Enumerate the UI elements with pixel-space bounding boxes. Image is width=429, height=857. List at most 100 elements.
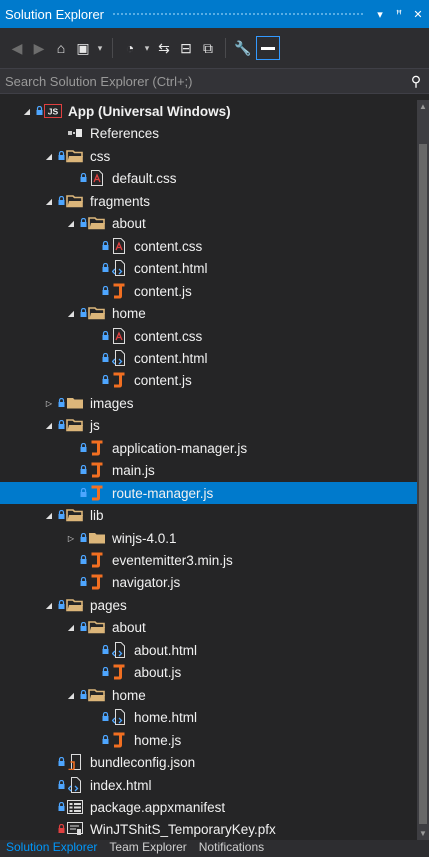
tree-item-label: navigator.js <box>112 574 181 590</box>
expanded-triangle-icon[interactable]: ◢ <box>42 511 56 520</box>
search-input[interactable] <box>5 73 403 89</box>
tree-item[interactable]: ▷ images <box>0 392 418 414</box>
title-bar: Solution Explorer ▾ ꟸ ✕ <box>0 0 429 28</box>
tree-item[interactable]: about.js <box>0 661 418 683</box>
expanded-triangle-icon[interactable]: ◢ <box>64 691 78 700</box>
scroll-down-icon[interactable]: ▼ <box>419 829 427 838</box>
source-control-lock-icon <box>100 262 110 274</box>
switch-views-icon[interactable]: ▣ <box>74 40 92 57</box>
tree-item[interactable]: ◢ JS App (Universal Windows) <box>0 100 418 122</box>
expanded-triangle-icon[interactable]: ◢ <box>64 623 78 632</box>
search-icon[interactable]: ⚲ <box>403 73 429 90</box>
tree-item[interactable]: home.js <box>0 729 418 751</box>
tree-item-label: main.js <box>112 462 155 478</box>
tree-item[interactable]: ◢ fragments <box>0 190 418 212</box>
tree-item[interactable]: ◢ about <box>0 616 418 638</box>
title-bar-grip[interactable] <box>112 11 364 17</box>
expanded-triangle-icon[interactable]: ◢ <box>42 601 56 610</box>
source-control-lock-icon <box>78 689 88 701</box>
forward-icon[interactable]: ▶ <box>30 40 48 57</box>
close-icon[interactable]: ✕ <box>410 8 426 21</box>
tree-item[interactable]: ◢ pages <box>0 594 418 616</box>
pending-changes-icon[interactable]: ◔ <box>121 40 139 56</box>
source-control-lock-icon <box>78 576 88 588</box>
tree-item[interactable]: default.css <box>0 167 418 189</box>
tree-item[interactable]: eventemitter3.min.js <box>0 549 418 571</box>
show-all-files-icon[interactable]: ⧉ <box>199 40 217 57</box>
tree-item[interactable]: content.html <box>0 257 418 279</box>
source-control-lock-icon <box>100 374 110 386</box>
collapsed-triangle-icon[interactable]: ▷ <box>64 534 78 543</box>
tree-item[interactable]: route-manager.js <box>0 482 418 504</box>
tab-notifications[interactable]: Notifications <box>193 840 270 854</box>
tree-item-label: App (Universal Windows) <box>68 103 231 119</box>
tree-item[interactable]: ▷ winjs-4.0.1 <box>0 527 418 549</box>
scroll-up-icon[interactable]: ▲ <box>419 102 427 111</box>
source-control-lock-icon <box>100 352 110 364</box>
source-control-lock-icon <box>100 285 110 297</box>
tree-item[interactable]: bundleconfig.json <box>0 751 418 773</box>
tree-item-label: application-manager.js <box>112 440 248 456</box>
tree-item[interactable]: ◢ home <box>0 684 418 706</box>
tree-item[interactable]: application-manager.js <box>0 437 418 459</box>
css-file-icon <box>110 328 128 344</box>
tree-item[interactable]: References <box>0 122 418 144</box>
tab-solution-explorer[interactable]: Solution Explorer <box>0 840 103 854</box>
tree-item-label: lib <box>90 507 104 523</box>
source-control-lock-icon <box>78 487 88 499</box>
preview-selected-icon[interactable] <box>256 36 280 60</box>
pending-changes-dropdown-icon[interactable]: ▾ <box>143 43 151 54</box>
tree-item[interactable]: navigator.js <box>0 571 418 593</box>
tree-item[interactable]: content.js <box>0 369 418 391</box>
tree-item[interactable]: main.js <box>0 459 418 481</box>
tree-item-label: images <box>90 395 134 411</box>
tree-item[interactable]: ◢ about <box>0 212 418 234</box>
tree-item[interactable]: ◢ home <box>0 302 418 324</box>
tree-item-label: about <box>112 215 146 231</box>
js-file-icon <box>88 462 106 478</box>
tree-item[interactable]: index.html <box>0 774 418 796</box>
expanded-triangle-icon[interactable]: ◢ <box>20 107 34 116</box>
expanded-triangle-icon[interactable]: ◢ <box>64 219 78 228</box>
source-control-lock-icon <box>56 599 66 611</box>
collapse-all-icon[interactable]: ⊟ <box>177 40 195 57</box>
source-control-lock-icon <box>56 397 66 409</box>
scrollbar-thumb[interactable] <box>419 144 427 824</box>
switch-views-dropdown-icon[interactable]: ▾ <box>96 43 104 54</box>
title-bar-buttons: ▾ ꟸ ✕ <box>372 8 429 21</box>
manifest-file-icon <box>66 799 84 815</box>
tree-item[interactable]: ◢ js <box>0 414 418 436</box>
properties-wrench-icon[interactable]: 🔧 <box>234 40 252 57</box>
sync-icon[interactable]: ⇆ <box>155 40 173 57</box>
source-control-lock-icon <box>34 105 44 117</box>
tree-item[interactable]: about.html <box>0 639 418 661</box>
json-file-icon <box>66 754 84 770</box>
tree-item-label: content.js <box>134 283 192 299</box>
tree-item[interactable]: package.appxmanifest <box>0 796 418 818</box>
preview-bar-glyph <box>261 46 275 50</box>
tree-item[interactable]: WinJTShitS_TemporaryKey.pfx <box>0 818 418 840</box>
css-file-icon <box>88 170 106 186</box>
expanded-triangle-icon[interactable]: ◢ <box>42 421 56 430</box>
home-icon[interactable]: ⌂ <box>52 40 70 56</box>
expanded-triangle-icon[interactable]: ◢ <box>42 152 56 161</box>
tree-item[interactable]: content.css <box>0 235 418 257</box>
expanded-triangle-icon[interactable]: ◢ <box>64 309 78 318</box>
vertical-scrollbar[interactable]: ▲ ▼ <box>417 100 429 840</box>
pin-icon[interactable]: ꟸ <box>391 8 407 21</box>
folder-closed-icon <box>88 530 106 546</box>
collapsed-triangle-icon[interactable]: ▷ <box>42 399 56 408</box>
tree-item[interactable]: ◢ css <box>0 145 418 167</box>
tree-item[interactable]: content.js <box>0 280 418 302</box>
tree-item-label: fragments <box>90 193 151 209</box>
back-icon[interactable]: ◀ <box>8 40 26 57</box>
dropdown-arrow-icon[interactable]: ▾ <box>372 8 388 21</box>
tree-item-label: winjs-4.0.1 <box>112 530 177 546</box>
tab-team-explorer[interactable]: Team Explorer <box>103 840 192 854</box>
expanded-triangle-icon[interactable]: ◢ <box>42 197 56 206</box>
tree-item[interactable]: content.css <box>0 325 418 347</box>
html-file-icon <box>110 350 128 366</box>
tree-item[interactable]: ◢ lib <box>0 504 418 526</box>
tree-item[interactable]: home.html <box>0 706 418 728</box>
tree-item[interactable]: content.html <box>0 347 418 369</box>
